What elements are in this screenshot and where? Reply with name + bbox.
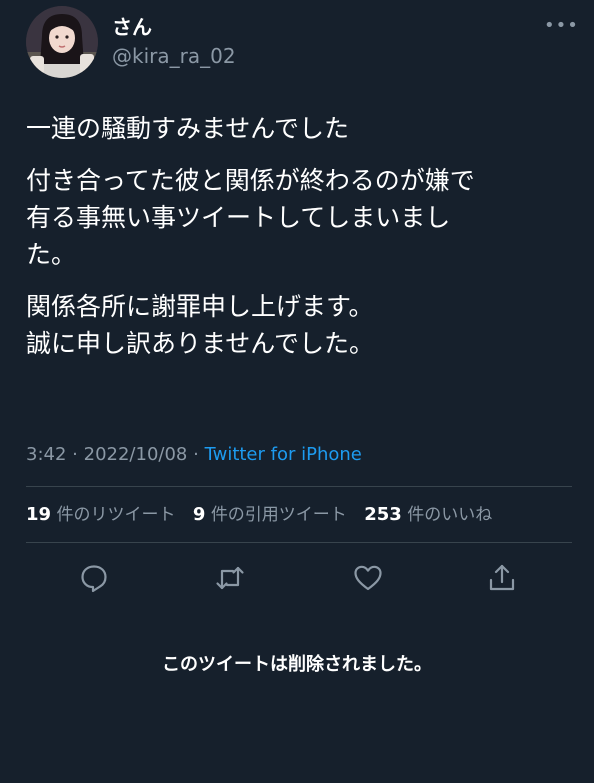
meta-separator: · [193,444,199,465]
tweet-meta: 3:42 · 2022/10/08 · Twitter for iPhone [26,442,362,468]
tweet-source-link[interactable]: Twitter for iPhone [205,444,362,465]
tweet-text: 一連の騒動すみませんでした 付き合ってた彼と関係が終わるのが嫌で 有る事無い事ツ… [26,110,572,377]
quotes-label: 件の引用ツイート [210,505,347,525]
like-icon [354,565,382,591]
tweet-date[interactable]: 2022/10/08 [84,444,188,465]
retweet-button[interactable] [214,562,246,594]
tweet-paragraph: 関係各所に謝罪申し上げます。 誠に申し訳ありませんでした。 [26,292,375,358]
tweet-paragraph: 一連の騒動すみませんでした [26,114,350,143]
user-handle[interactable]: @kira_ra_02 [112,42,236,70]
reply-button[interactable] [78,562,110,594]
retweets-label: 件のリツイート [56,505,176,525]
tweet-actions [26,558,572,598]
tweet-deleted-notice: このツイートは削除されました。 [162,654,432,675]
user-avatar[interactable] [26,6,98,78]
tweet-detail: さん @kira_ra_02 ••• 一連の騒動すみませんでした 付き合ってた彼… [0,0,594,783]
likes-label: 件のいいね [407,505,493,525]
likes-count: 253 [364,504,402,525]
divider [26,542,572,543]
retweets-count: 19 [26,504,52,525]
reply-icon [81,565,107,593]
more-options-button[interactable]: ••• [544,16,578,36]
tweet-time[interactable]: 3:42 [26,444,66,465]
likes-stat[interactable]: 253 件のいいね [364,504,493,525]
retweet-icon [216,566,244,590]
share-button[interactable] [486,562,518,594]
display-name[interactable]: さん [112,14,236,40]
share-icon [489,564,515,591]
retweets-stat[interactable]: 19 件のリツイート [26,504,176,525]
tweet-paragraph: 付き合ってた彼と関係が終わるのが嫌で 有る事無い事ツイートしてしまいまし た。 [26,166,475,269]
tweet-stats: 19 件のリツイート 9 件の引用ツイート 253 件のいいね [26,502,504,528]
avatar-photo-icon [26,6,98,78]
quotes-count: 9 [192,504,206,525]
like-button[interactable] [352,562,384,594]
meta-separator: · [72,444,78,465]
user-names: さん @kira_ra_02 [112,14,236,70]
more-dots-icon: ••• [544,15,579,36]
quotes-stat[interactable]: 9 件の引用ツイート [192,504,347,525]
tweet-header: さん @kira_ra_02 ••• [26,6,578,78]
divider [26,486,572,487]
